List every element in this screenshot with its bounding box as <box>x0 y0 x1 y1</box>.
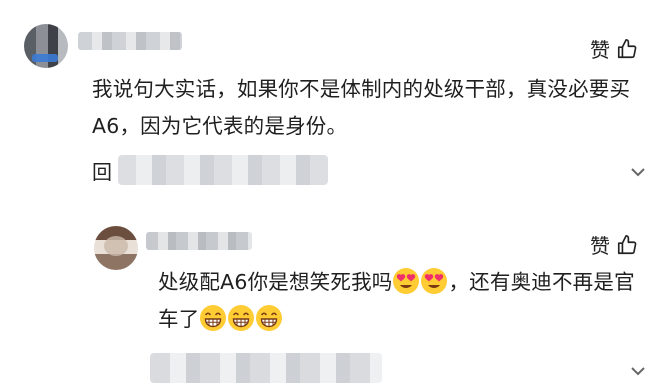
reply-avatar[interactable] <box>94 226 138 270</box>
reply-prefix: 回 <box>92 159 112 184</box>
chevron-down-icon[interactable] <box>630 365 646 377</box>
heart-eyes-emoji-icon <box>393 268 420 294</box>
grinning-emoji-icon <box>200 305 227 331</box>
reply-text-part1: 处级配A6你是想笑死我吗 <box>158 270 393 294</box>
commenter-avatar[interactable] <box>24 24 68 68</box>
reply-text: 处级配A6你是想笑死我吗 ，还有奥迪不再是官车了 <box>158 264 638 338</box>
reply-summary[interactable]: 回 <box>92 155 328 185</box>
reply-summary[interactable] <box>150 353 382 383</box>
like-label: 赞 <box>590 234 610 258</box>
comment-text: 我说句大实话，如果你不是体制内的处级干部，真没必要买A6，因为它代表的是身份。 <box>92 77 631 138</box>
like-button[interactable]: 赞 <box>590 230 638 259</box>
reply-preview-blurred[interactable] <box>118 155 328 185</box>
grinning-emoji-icon <box>256 305 283 331</box>
reply-name-blurred[interactable] <box>146 232 252 250</box>
like-label: 赞 <box>590 38 610 62</box>
commenter-name-blurred[interactable] <box>78 32 182 50</box>
heart-eyes-emoji-icon <box>421 268 448 294</box>
like-button[interactable]: 赞 <box>590 34 638 63</box>
thumbs-up-icon <box>617 234 637 254</box>
grinning-emoji-icon <box>228 305 255 331</box>
reply-preview-blurred[interactable] <box>150 353 382 383</box>
chevron-down-icon[interactable] <box>630 166 646 178</box>
thumbs-up-icon <box>617 38 637 58</box>
